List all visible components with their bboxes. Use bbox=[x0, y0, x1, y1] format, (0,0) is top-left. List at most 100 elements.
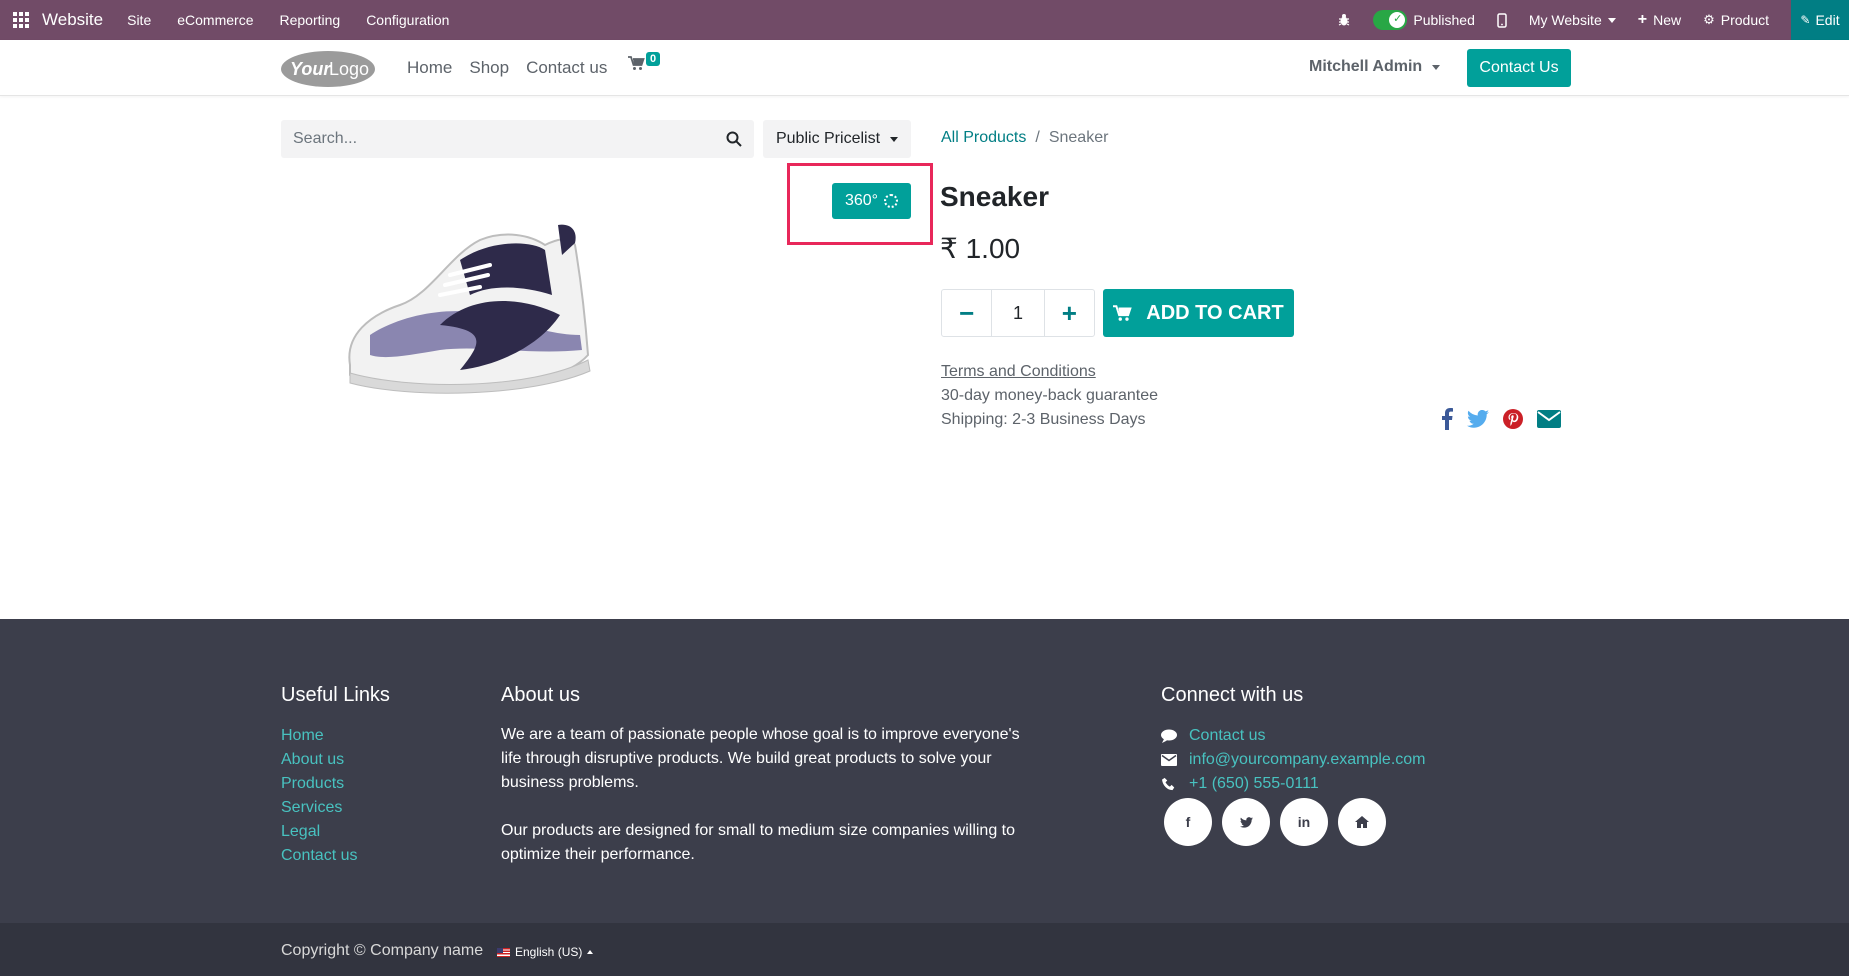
about-paragraph-2: Our products are designed for small to m… bbox=[501, 822, 1016, 863]
copyright-text: Copyright © Company name bbox=[281, 942, 484, 959]
email-icon[interactable] bbox=[1537, 410, 1561, 428]
apps-menu-button[interactable] bbox=[0, 0, 42, 40]
connect-email-row[interactable]: info@yourcompany.example.com bbox=[1161, 750, 1426, 769]
share-links bbox=[1442, 408, 1561, 430]
search-input[interactable]: Search... bbox=[293, 130, 726, 148]
user-name: Mitchell Admin bbox=[1309, 58, 1423, 75]
main-nav: Home Shop Contact us bbox=[407, 58, 607, 78]
connect-phone-row[interactable]: +1 (650) 555-0111 bbox=[1161, 774, 1426, 793]
twitter-icon[interactable] bbox=[1467, 410, 1489, 428]
footer-link-products[interactable]: Products bbox=[281, 774, 357, 793]
caret-down-icon bbox=[1432, 64, 1441, 70]
menu-ecommerce[interactable]: eCommerce bbox=[177, 12, 253, 28]
nav-shop[interactable]: Shop bbox=[469, 58, 509, 78]
home-icon[interactable] bbox=[1338, 798, 1386, 846]
gear-icon: ⚙ bbox=[1703, 12, 1715, 27]
publish-toggle[interactable]: ✓ Published bbox=[1373, 10, 1475, 30]
useful-links-list: Home About us Products Services Legal Co… bbox=[281, 726, 357, 865]
connect-email-link[interactable]: info@yourcompany.example.com bbox=[1189, 750, 1426, 769]
check-icon: ✓ bbox=[1393, 13, 1403, 25]
cart-button[interactable]: 0 bbox=[628, 52, 661, 76]
edit-label: Edit bbox=[1815, 12, 1840, 28]
plus-icon: + bbox=[1061, 297, 1077, 328]
product-title: Sneaker bbox=[940, 181, 1049, 212]
quantity-input[interactable]: 1 bbox=[991, 290, 1045, 336]
decrease-quantity-button[interactable]: − bbox=[942, 290, 991, 336]
footer-link-legal[interactable]: Legal bbox=[281, 822, 357, 841]
useful-links-heading: Useful Links bbox=[281, 684, 390, 706]
footer-link-services[interactable]: Services bbox=[281, 798, 357, 817]
new-label: New bbox=[1653, 12, 1682, 28]
product-price: ₹ 1.00 bbox=[940, 233, 1021, 264]
view-360-button[interactable]: 360° bbox=[832, 183, 911, 219]
breadcrumb-all-products[interactable]: All Products bbox=[941, 129, 1026, 147]
breadcrumb: All Products / Sneaker bbox=[941, 129, 1108, 147]
copyright-bar: Copyright © Company name English (US) bbox=[0, 923, 1849, 976]
about-paragraph-1: We are a team of passionate people whose… bbox=[501, 726, 1020, 791]
about-heading: About us bbox=[501, 684, 580, 706]
add-to-cart-label: ADD TO CART bbox=[1146, 301, 1284, 324]
facebook-icon[interactable] bbox=[1442, 408, 1453, 430]
nav-contact-us[interactable]: Contact us bbox=[526, 58, 607, 78]
comment-icon bbox=[1161, 729, 1177, 743]
pinterest-icon[interactable] bbox=[1503, 409, 1523, 429]
website-switcher[interactable]: My Website bbox=[1529, 12, 1616, 28]
breadcrumb-separator: / bbox=[1035, 129, 1040, 146]
product-label: Product bbox=[1720, 12, 1769, 28]
linkedin-icon[interactable]: in bbox=[1280, 798, 1328, 846]
mobile-preview-button[interactable] bbox=[1497, 12, 1507, 28]
published-label: Published bbox=[1413, 12, 1475, 28]
envelope-icon bbox=[1161, 753, 1177, 766]
bug-icon bbox=[1339, 14, 1350, 26]
connect-heading: Connect with us bbox=[1161, 684, 1304, 706]
caret-up-icon bbox=[587, 950, 594, 954]
edit-button[interactable]: ✎ Edit bbox=[1791, 0, 1849, 40]
quantity-stepper: − 1 + bbox=[941, 289, 1095, 337]
cart-icon bbox=[1113, 304, 1133, 321]
breadcrumb-current: Sneaker bbox=[1048, 129, 1109, 146]
view-360-label: 360° bbox=[844, 192, 879, 209]
menu-site[interactable]: Site bbox=[127, 12, 151, 28]
toggle-switch[interactable]: ✓ bbox=[1373, 10, 1408, 30]
cart-count-badge: 0 bbox=[646, 52, 661, 66]
cart-icon bbox=[628, 56, 645, 70]
pencil-icon: ✎ bbox=[1800, 13, 1811, 27]
user-menu[interactable]: Mitchell Admin bbox=[1309, 58, 1441, 76]
language-selector[interactable]: English (US) bbox=[497, 945, 594, 959]
language-label: English (US) bbox=[515, 945, 583, 959]
nav-home[interactable]: Home bbox=[407, 58, 452, 78]
new-button[interactable]: + New bbox=[1638, 11, 1681, 29]
pricelist-label: Public Pricelist bbox=[775, 130, 881, 147]
social-buttons: f in bbox=[1164, 798, 1386, 846]
connect-list: Contact us info@yourcompany.example.com … bbox=[1161, 726, 1426, 793]
svg-text:Logo: Logo bbox=[329, 59, 369, 79]
product-search-box[interactable]: Search... bbox=[281, 120, 754, 158]
connect-phone-link[interactable]: +1 (650) 555-0111 bbox=[1189, 774, 1319, 793]
caret-down-icon bbox=[1607, 17, 1616, 23]
site-logo[interactable]: Your Logo bbox=[280, 50, 376, 88]
product-image[interactable] bbox=[330, 215, 630, 415]
grid-icon bbox=[13, 12, 29, 28]
debug-button[interactable] bbox=[1337, 13, 1351, 27]
increase-quantity-button[interactable]: + bbox=[1045, 290, 1094, 336]
search-icon[interactable] bbox=[726, 131, 742, 147]
connect-contact-row[interactable]: Contact us bbox=[1161, 726, 1426, 745]
plus-icon: + bbox=[1637, 11, 1648, 28]
footer-link-home[interactable]: Home bbox=[281, 726, 357, 745]
app-brand[interactable]: Website bbox=[42, 10, 103, 30]
terms-link[interactable]: Terms and Conditions bbox=[941, 363, 1096, 381]
footer-link-about-us[interactable]: About us bbox=[281, 750, 357, 769]
product-button[interactable]: ⚙ Product bbox=[1703, 12, 1769, 28]
guarantee-text: 30-day money-back guarantee bbox=[941, 387, 1159, 404]
menu-configuration[interactable]: Configuration bbox=[366, 12, 449, 28]
connect-contact-link[interactable]: Contact us bbox=[1189, 726, 1265, 745]
pricelist-dropdown[interactable]: Public Pricelist bbox=[763, 120, 911, 158]
menu-reporting[interactable]: Reporting bbox=[279, 12, 340, 28]
twitter-icon[interactable] bbox=[1222, 798, 1270, 846]
sneaker-image bbox=[348, 224, 591, 394]
facebook-icon[interactable]: f bbox=[1164, 798, 1212, 846]
contact-us-button[interactable]: Contact Us bbox=[1467, 49, 1571, 87]
footer-link-contact-us[interactable]: Contact us bbox=[281, 846, 357, 865]
add-to-cart-button[interactable]: ADD TO CART bbox=[1103, 289, 1294, 337]
site-footer: Useful Links Home About us Products Serv… bbox=[0, 619, 1849, 923]
